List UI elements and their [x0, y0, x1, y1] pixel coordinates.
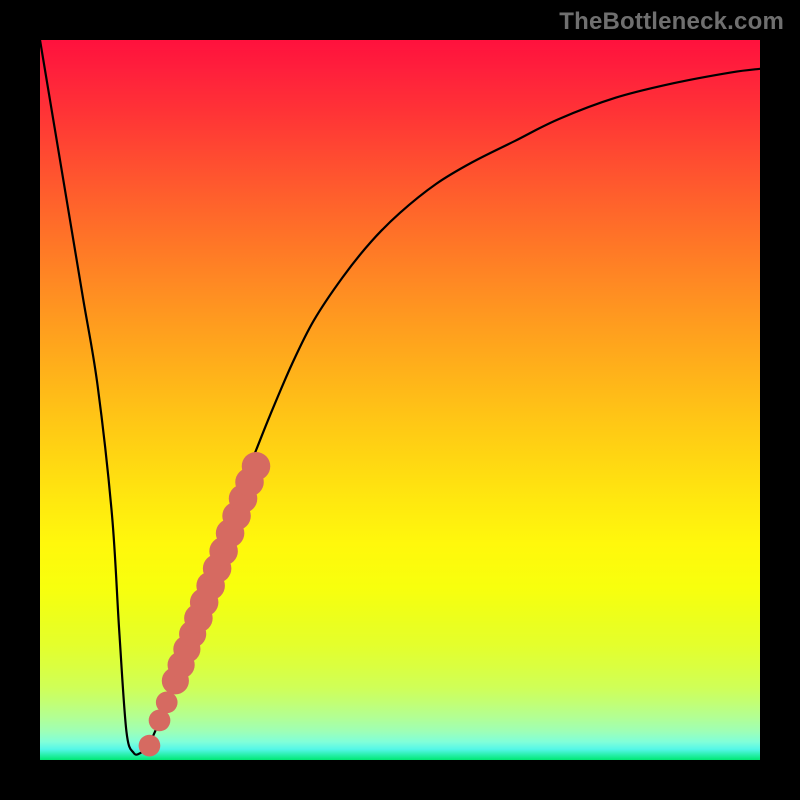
bottleneck-curve: [40, 40, 760, 755]
data-marker: [139, 735, 161, 757]
figure-container: TheBottleneck.com: [0, 0, 800, 800]
chart-svg: [40, 40, 760, 760]
data-marker: [156, 692, 178, 714]
plot-area: [40, 40, 760, 760]
data-marker: [242, 452, 271, 481]
markers-layer: [139, 452, 271, 756]
curve-layer: [40, 40, 760, 755]
watermark-text: TheBottleneck.com: [559, 8, 784, 36]
